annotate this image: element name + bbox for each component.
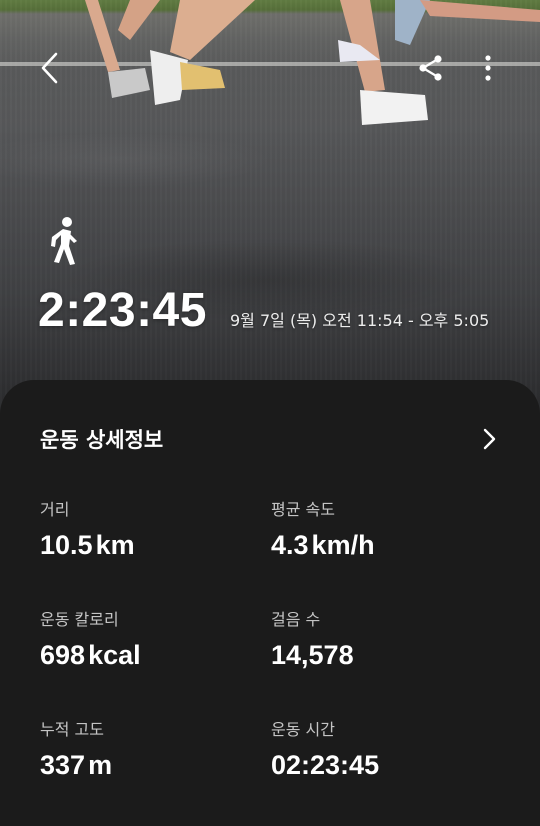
stat-elevation-gain: 누적 고도 337 m — [40, 720, 270, 781]
stat-value: 10.5 km — [40, 529, 270, 561]
stat-number: 337 — [40, 750, 86, 780]
hero-photo — [0, 0, 540, 420]
stat-distance: 거리 10.5 km — [40, 500, 270, 561]
stat-number: 698 — [40, 640, 86, 670]
stat-label: 운동 시간 — [271, 720, 335, 739]
chevron-left-icon — [41, 52, 58, 84]
runners-legs-image — [85, 0, 540, 125]
back-button[interactable] — [30, 48, 70, 88]
more-options-button[interactable] — [468, 48, 508, 88]
chevron-right-icon — [483, 428, 496, 450]
stat-value: 4.3 km/h — [271, 529, 501, 561]
stat-label: 거리 — [40, 500, 70, 519]
workout-details-header[interactable]: 운동 상세정보 — [0, 380, 540, 500]
stat-label: 운동 칼로리 — [40, 610, 119, 629]
stat-label: 누적 고도 — [40, 720, 104, 739]
walking-person-icon — [51, 217, 77, 265]
stat-value: 337 m — [40, 749, 270, 781]
stat-average-speed: 평균 속도 4.3 km/h — [271, 500, 501, 561]
stat-value: 14,578 — [271, 640, 354, 670]
stat-steps: 걸음 수 14,578 — [271, 610, 501, 671]
stat-unit: km — [95, 530, 135, 560]
stat-value: 02:23:45 — [271, 750, 380, 780]
stat-label: 걸음 수 — [271, 610, 321, 629]
stat-unit: kcal — [88, 640, 141, 670]
workout-date-range: 9월 7일 (목) 오전 11:54 - 오후 5:05 — [230, 311, 490, 330]
stat-number: 10.5 — [40, 530, 93, 560]
stat-value: 698 kcal — [40, 639, 270, 671]
stat-calories: 운동 칼로리 698 kcal — [40, 610, 270, 671]
stat-unit: km/h — [311, 530, 375, 560]
stat-unit: m — [88, 750, 113, 780]
share-icon — [419, 55, 442, 81]
share-button[interactable] — [411, 48, 451, 88]
details-title: 운동 상세정보 — [40, 428, 164, 452]
workout-duration: 2:23:45 — [38, 284, 207, 337]
workout-details-card: 운동 상세정보 거리 10.5 km 평균 속도 4.3 km/h 운동 칼로리 6… — [0, 380, 540, 826]
more-vertical-icon — [485, 55, 491, 81]
stat-number: 4.3 — [271, 530, 309, 560]
stat-workout-time: 운동 시간 02:23:45 — [271, 720, 501, 781]
stat-label: 평균 속도 — [271, 500, 335, 519]
